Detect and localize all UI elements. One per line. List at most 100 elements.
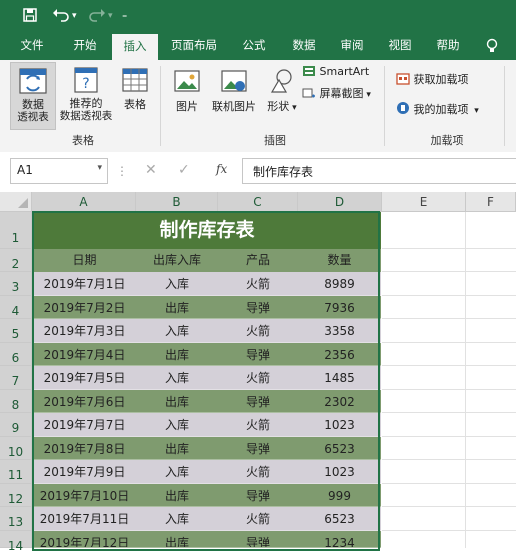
tab-insert[interactable]: 插入 [112,34,158,60]
date-cell[interactable]: 2019年7月8日 [33,437,136,460]
column-header-d[interactable]: D [298,192,382,212]
date-cell[interactable]: 2019年7月6日 [33,390,136,413]
row-header[interactable]: 10 [0,437,32,460]
in-out-cell[interactable]: 出库 [136,484,218,507]
redo-dropdown-icon[interactable]: ▾ [108,7,113,25]
product-cell[interactable]: 火箭 [218,366,298,390]
product-cell[interactable]: 导弹 [218,390,298,413]
undo-icon[interactable] [52,7,70,28]
date-cell[interactable]: 2019年7月10日 [33,484,136,507]
select-all-corner[interactable] [0,192,32,212]
quantity-cell[interactable]: 8989 [298,272,381,296]
product-cell[interactable]: 火箭 [218,507,298,531]
date-cell[interactable]: 2019年7月12日 [33,531,136,548]
tab-formulas[interactable]: 公式 [232,32,276,60]
column-header-c[interactable]: C [218,192,298,212]
row-header[interactable]: 4 [0,296,32,319]
recommended-pivottables-button[interactable]: ? 推荐的 数据透视表 [58,62,114,128]
product-cell[interactable]: 火箭 [218,413,298,437]
save-icon[interactable] [22,7,38,28]
chevron-down-icon[interactable]: ▾ [97,163,102,173]
row-header[interactable]: 12 [0,484,32,507]
date-cell[interactable]: 2019年7月7日 [33,413,136,437]
table-button[interactable]: 表格 [118,62,152,128]
cancel-icon[interactable]: ✕ [145,162,157,178]
tab-view[interactable]: 视图 [378,32,422,60]
in-out-cell[interactable]: 入库 [136,460,218,484]
date-cell[interactable]: 2019年7月1日 [33,272,136,296]
product-cell[interactable]: 火箭 [218,319,298,343]
drag-handle-icon[interactable]: ⋮ [116,164,128,178]
quantity-cell[interactable]: 7936 [298,296,381,319]
header-product[interactable]: 产品 [218,249,298,272]
enter-icon[interactable]: ✓ [178,162,190,178]
formula-input[interactable]: 制作库存表 [242,158,516,184]
row-header[interactable]: 6 [0,343,32,366]
quantity-cell[interactable]: 1023 [298,413,381,437]
row-header[interactable]: 3 [0,272,32,296]
quantity-cell[interactable]: 999 [298,484,381,507]
quantity-cell[interactable]: 3358 [298,319,381,343]
insert-function-icon[interactable]: fx [216,162,227,176]
header-quantity[interactable]: 数量 [298,249,381,272]
customize-icon[interactable]: ₌ [122,7,127,25]
date-cell[interactable]: 2019年7月3日 [33,319,136,343]
row-header[interactable]: 9 [0,413,32,437]
column-header-e[interactable]: E [382,192,466,212]
tell-me-icon[interactable] [480,32,504,60]
tab-page-layout[interactable]: 页面布局 [162,32,226,60]
tab-data[interactable]: 数据 [282,32,326,60]
row-header[interactable]: 1 [0,212,32,249]
row-header[interactable]: 14 [0,531,32,553]
in-out-cell[interactable]: 出库 [136,343,218,366]
in-out-cell[interactable]: 入库 [136,366,218,390]
header-in-out[interactable]: 出库入库 [136,249,218,272]
shapes-button[interactable]: 形状 ▾ [264,62,300,122]
product-cell[interactable]: 导弹 [218,484,298,507]
row-header[interactable]: 7 [0,366,32,390]
pivottable-button[interactable]: 数据 透视表 [10,62,56,130]
smartart-button[interactable]: SmartArt [302,65,374,81]
tab-file[interactable]: 文件 [10,32,54,60]
undo-dropdown-icon[interactable]: ▾ [72,7,77,25]
screenshot-button[interactable]: 屏幕截图 ▾ [302,87,378,103]
column-header-b[interactable]: B [136,192,218,212]
name-box[interactable]: A1 ▾ [10,158,108,184]
quantity-cell[interactable]: 1023 [298,460,381,484]
quantity-cell[interactable]: 1234 [298,531,381,548]
row-header[interactable]: 5 [0,319,32,343]
quantity-cell[interactable]: 1485 [298,366,381,390]
row-header[interactable]: 8 [0,390,32,413]
date-cell[interactable]: 2019年7月5日 [33,366,136,390]
product-cell[interactable]: 火箭 [218,272,298,296]
my-addins-button[interactable]: 我的加载项 ▾ [396,101,496,117]
in-out-cell[interactable]: 出库 [136,531,218,548]
product-cell[interactable]: 火箭 [218,460,298,484]
in-out-cell[interactable]: 入库 [136,319,218,343]
tab-review[interactable]: 审阅 [330,32,374,60]
product-cell[interactable]: 导弹 [218,531,298,548]
in-out-cell[interactable]: 入库 [136,272,218,296]
row-header[interactable]: 2 [0,249,32,272]
product-cell[interactable]: 导弹 [218,343,298,366]
quantity-cell[interactable]: 2356 [298,343,381,366]
header-date[interactable]: 日期 [33,249,136,272]
row-header[interactable]: 13 [0,507,32,531]
date-cell[interactable]: 2019年7月11日 [33,507,136,531]
get-addins-button[interactable]: 获取加载项 [396,71,492,87]
date-cell[interactable]: 2019年7月4日 [33,343,136,366]
in-out-cell[interactable]: 出库 [136,437,218,460]
column-header-a[interactable]: A [32,192,136,212]
row-header[interactable]: 11 [0,460,32,484]
quantity-cell[interactable]: 6523 [298,437,381,460]
tab-help[interactable]: 帮助 [426,32,470,60]
column-header-f[interactable]: F [466,192,516,212]
in-out-cell[interactable]: 入库 [136,507,218,531]
quantity-cell[interactable]: 6523 [298,507,381,531]
tab-home[interactable]: 开始 [60,32,110,60]
online-pictures-button[interactable]: 联机图片 [208,62,260,122]
in-out-cell[interactable]: 出库 [136,296,218,319]
date-cell[interactable]: 2019年7月2日 [33,296,136,319]
date-cell[interactable]: 2019年7月9日 [33,460,136,484]
product-cell[interactable]: 导弹 [218,296,298,319]
